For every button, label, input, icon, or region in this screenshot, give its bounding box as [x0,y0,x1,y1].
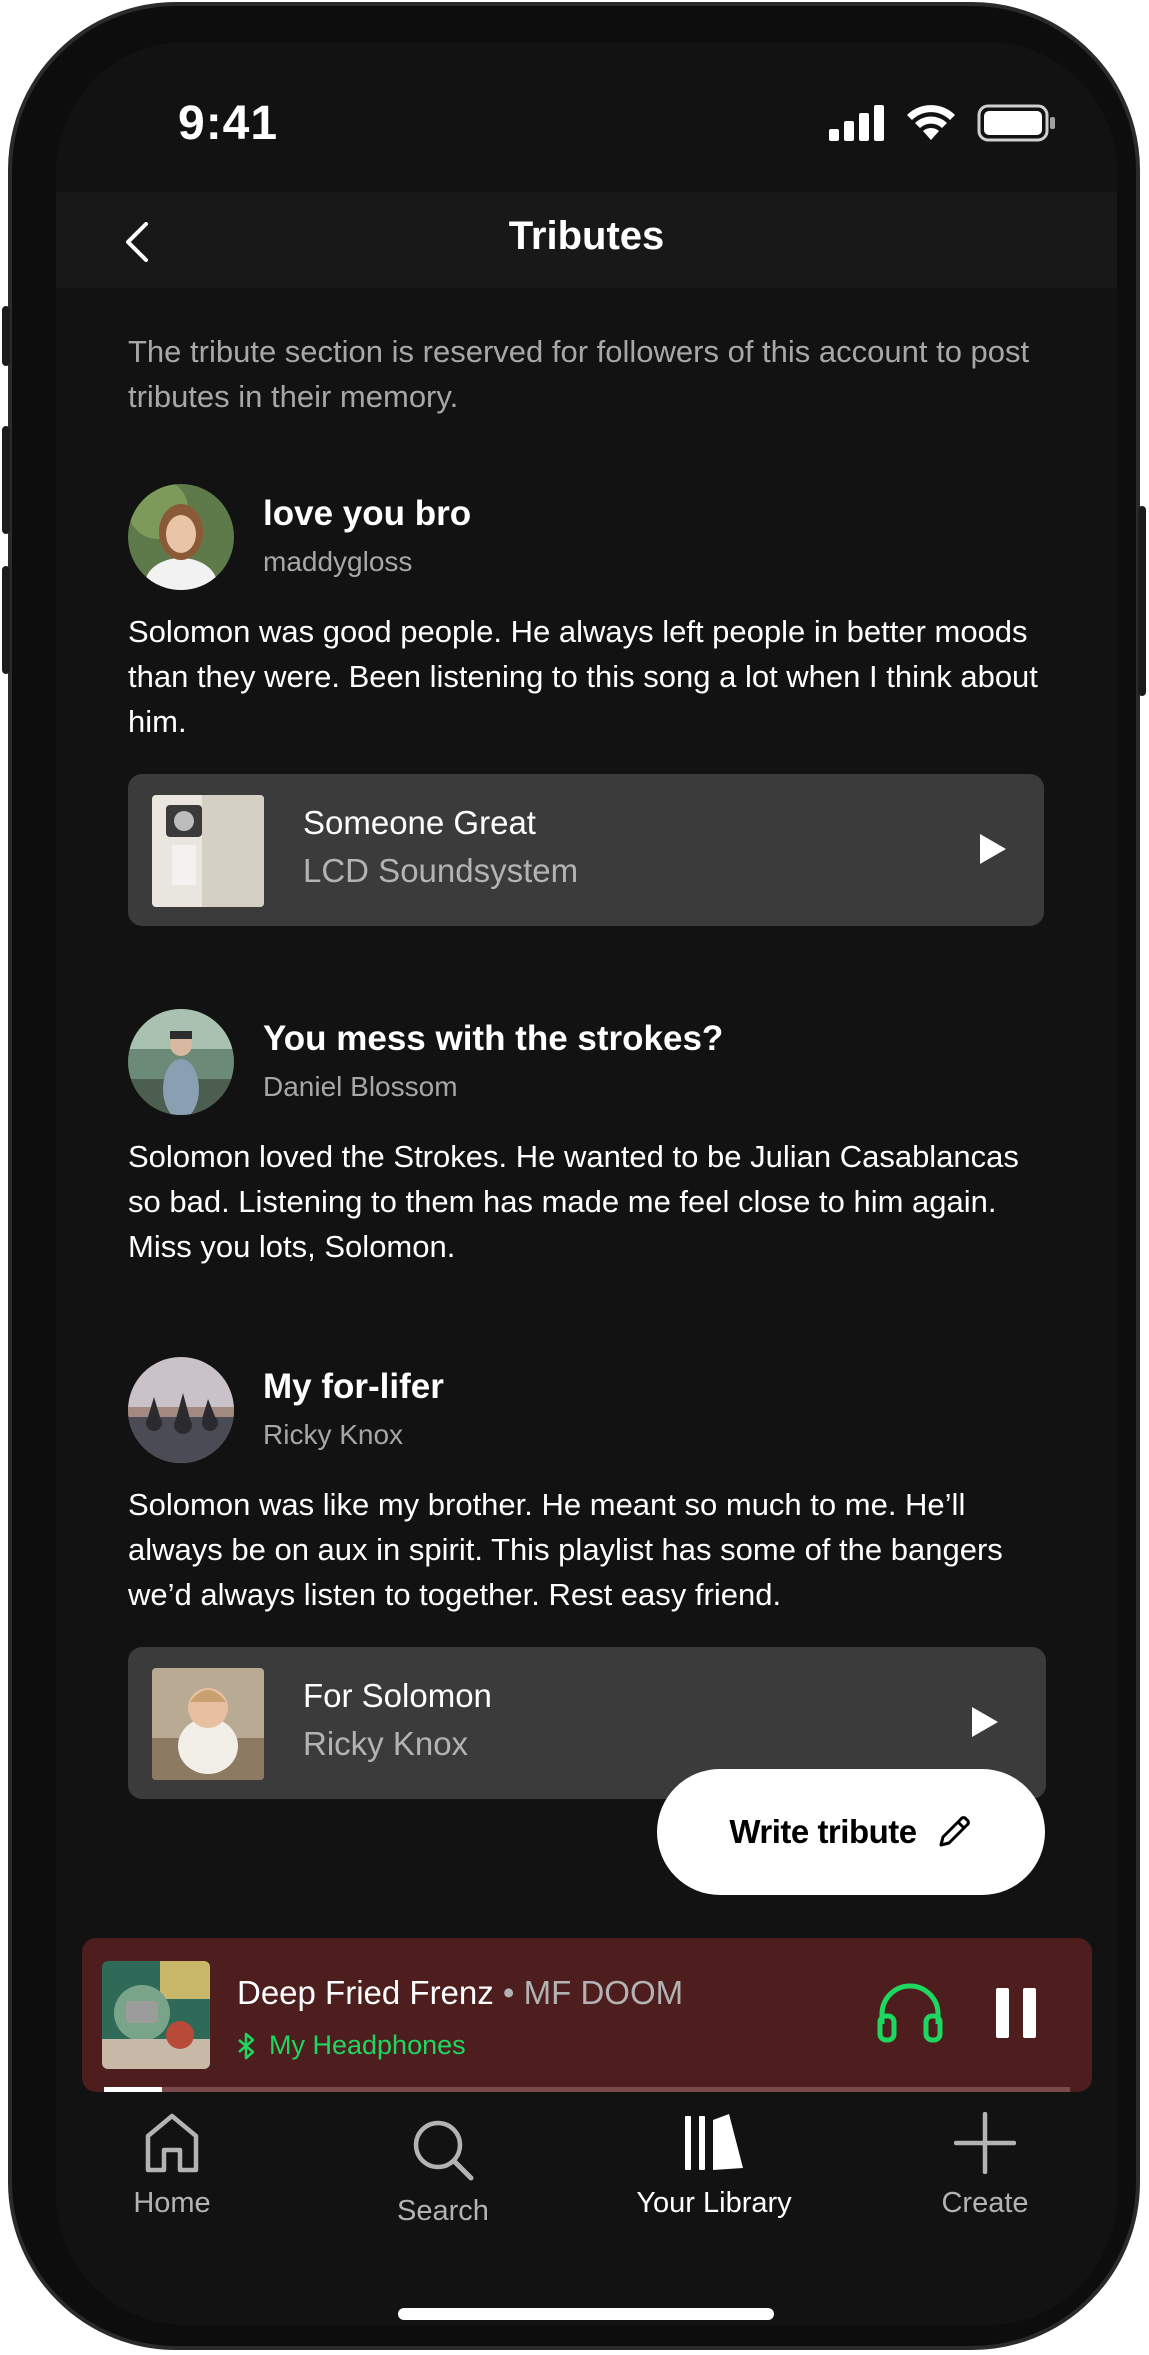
home-icon [145,2113,199,2173]
now-playing-bar[interactable]: Deep Fried Frenz • MF DOOM My Headphones [82,1938,1092,2092]
playback-progress[interactable] [104,2087,1070,2092]
playlist-cover-art [152,1668,264,1780]
now-playing-separator: • [493,1974,524,2011]
tribute-author[interactable]: maddygloss [263,546,412,578]
now-playing-track: Deep Fried Frenz [237,1974,494,2011]
write-tribute-button[interactable]: Write tribute [657,1769,1045,1895]
tribute-title: You mess with the strokes? [263,1019,724,1058]
track-title: For Solomon [303,1677,492,1714]
nav-label: Search [397,2195,489,2227]
tribute-author[interactable]: Ricky Knox [263,1419,403,1451]
track-artist: Ricky Knox [303,1725,469,1762]
write-tribute-label: Write tribute [729,1813,917,1850]
tribute-body: Solomon loved the Strokes. He wanted to … [128,1139,1019,1264]
phone-frame: 9:41 Tributes The tribute section is res… [2,2,1146,2350]
nav-search[interactable]: Search [343,2118,543,2228]
connected-device: My Headphones [237,2030,466,2061]
track-cover-art [152,795,264,907]
battery-icon [977,104,1055,142]
top-app-bar: Tributes [56,192,1117,288]
home-indicator[interactable] [398,2308,774,2320]
silent-switch [2,306,10,366]
device-name: My Headphones [269,2030,466,2060]
nav-home[interactable]: Home [72,2112,272,2220]
search-icon [413,2120,474,2181]
play-icon[interactable] [978,832,1008,866]
status-bar: 9:41 [56,42,1117,192]
playback-progress-fill [104,2087,162,2092]
tribute-author[interactable]: Daniel Blossom [263,1071,458,1103]
volume-up-button [2,426,10,534]
pencil-icon [939,1816,970,1847]
track-artist: LCD Soundsystem [303,852,579,889]
now-playing-title-line: Deep Fried Frenz • MF DOOM [237,1974,683,2012]
bottom-navigation: Home Search Your Library Create [56,2111,1117,2272]
library-icon [685,2114,743,2170]
wifi-icon [907,105,955,140]
now-playing-artist: MF DOOM [523,1974,684,2011]
tribute-body: Solomon was good people. He always left … [128,614,1038,739]
nav-label: Your Library [636,2187,792,2219]
nav-your-library[interactable]: Your Library [614,2112,814,2220]
page-title: Tributes [508,214,665,258]
plus-icon [953,2111,1017,2175]
volume-down-button [2,566,10,674]
pause-icon[interactable] [994,1988,1038,2038]
tribute-body: Solomon was like my brother. He meant so… [128,1487,1003,1612]
track-title: Someone Great [303,804,536,841]
tribute-title: love you bro [263,494,472,533]
attached-track-card[interactable]: Someone Great LCD Soundsystem [128,774,1044,926]
tribute-title: My for-lifer [263,1367,444,1406]
screen: 9:41 Tributes The tribute section is res… [56,42,1117,2325]
avatar[interactable] [128,484,234,590]
status-icons [829,104,1057,142]
headphones-icon[interactable] [876,1982,944,2044]
play-icon[interactable] [970,1705,1000,1739]
intro-text: The tribute section is reserved for foll… [128,334,1030,414]
now-playing-cover-art [102,1961,210,2069]
status-time: 9:41 [178,97,279,150]
nav-create[interactable]: Create [885,2111,1085,2220]
avatar[interactable] [128,1357,234,1463]
nav-label: Home [133,2187,211,2219]
bluetooth-icon [238,2032,255,2059]
cellular-signal-icon [829,105,884,141]
nav-label: Create [941,2187,1029,2219]
power-button [1138,506,1146,696]
avatar[interactable] [128,1009,234,1115]
